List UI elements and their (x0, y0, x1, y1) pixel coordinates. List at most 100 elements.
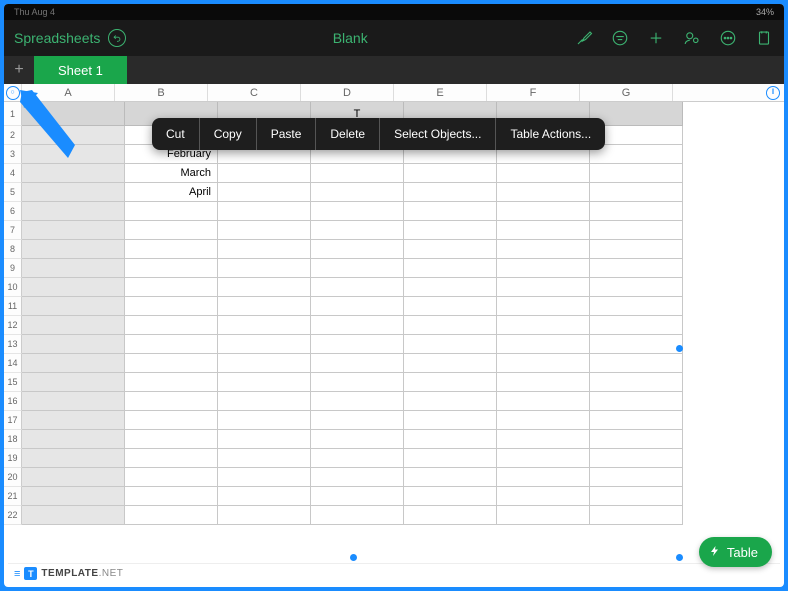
cell-f4[interactable] (497, 164, 590, 183)
col-header-e[interactable]: E (394, 84, 487, 101)
filter-icon[interactable] (610, 28, 630, 48)
cell-e15[interactable] (404, 373, 497, 392)
cell-a22[interactable] (22, 506, 125, 525)
cell-d14[interactable] (311, 354, 404, 373)
cell-e20[interactable] (404, 468, 497, 487)
add-sheet-button[interactable]: + (4, 56, 34, 84)
cell-b8[interactable] (125, 240, 218, 259)
cell-d16[interactable] (311, 392, 404, 411)
cell-g8[interactable] (590, 240, 683, 259)
cell-e13[interactable] (404, 335, 497, 354)
col-header-f[interactable]: F (487, 84, 580, 101)
cell-b5[interactable]: April (125, 183, 218, 202)
cell-d11[interactable] (311, 297, 404, 316)
row-header-2[interactable]: 2 (4, 126, 22, 145)
cell-c12[interactable] (218, 316, 311, 335)
cell-f22[interactable] (497, 506, 590, 525)
cell-a17[interactable] (22, 411, 125, 430)
cell-c8[interactable] (218, 240, 311, 259)
row-header-13[interactable]: 13 (4, 335, 22, 354)
row-header-11[interactable]: 11 (4, 297, 22, 316)
back-button[interactable]: Spreadsheets (14, 30, 100, 46)
cell-c22[interactable] (218, 506, 311, 525)
cell-e11[interactable] (404, 297, 497, 316)
cell-d8[interactable] (311, 240, 404, 259)
cell-c6[interactable] (218, 202, 311, 221)
cell-a5[interactable] (22, 183, 125, 202)
cell-g22[interactable] (590, 506, 683, 525)
cell-b6[interactable] (125, 202, 218, 221)
cell-b11[interactable] (125, 297, 218, 316)
cell-c20[interactable] (218, 468, 311, 487)
cell-c4[interactable] (218, 164, 311, 183)
cell-a14[interactable] (22, 354, 125, 373)
row-header-20[interactable]: 20 (4, 468, 22, 487)
cell-e7[interactable] (404, 221, 497, 240)
cell-g4[interactable] (590, 164, 683, 183)
cell-a9[interactable] (22, 259, 125, 278)
cell-g20[interactable] (590, 468, 683, 487)
row-header-10[interactable]: 10 (4, 278, 22, 297)
grid-body[interactable]: 1 T 2January 3February 4March 5April 6 7… (4, 102, 784, 567)
cell-g6[interactable] (590, 202, 683, 221)
cell-g16[interactable] (590, 392, 683, 411)
context-delete[interactable]: Delete (316, 118, 380, 150)
col-header-g[interactable]: G (580, 84, 673, 101)
add-col-handle-icon[interactable]: ‖ (766, 86, 780, 100)
cell-c14[interactable] (218, 354, 311, 373)
row-header-5[interactable]: 5 (4, 183, 22, 202)
cell-c9[interactable] (218, 259, 311, 278)
cell-g12[interactable] (590, 316, 683, 335)
cell-e22[interactable] (404, 506, 497, 525)
cell-f6[interactable] (497, 202, 590, 221)
cell-d19[interactable] (311, 449, 404, 468)
cell-g14[interactable] (590, 354, 683, 373)
cell-e8[interactable] (404, 240, 497, 259)
row-header-14[interactable]: 14 (4, 354, 22, 373)
cell-f12[interactable] (497, 316, 590, 335)
cell-d6[interactable] (311, 202, 404, 221)
cell-a3[interactable] (22, 145, 125, 164)
collaborate-icon[interactable] (682, 28, 702, 48)
cell-c11[interactable] (218, 297, 311, 316)
cell-f20[interactable] (497, 468, 590, 487)
cell-c13[interactable] (218, 335, 311, 354)
cell-f11[interactable] (497, 297, 590, 316)
cell-c10[interactable] (218, 278, 311, 297)
context-cut[interactable]: Cut (152, 118, 200, 150)
table-fab-button[interactable]: Table (699, 537, 772, 567)
cell-d4[interactable] (311, 164, 404, 183)
selection-handle-icon[interactable] (676, 554, 683, 561)
col-header-b[interactable]: B (115, 84, 208, 101)
cell-c19[interactable] (218, 449, 311, 468)
cell-c18[interactable] (218, 430, 311, 449)
cell-f5[interactable] (497, 183, 590, 202)
cell-g5[interactable] (590, 183, 683, 202)
cell-b10[interactable] (125, 278, 218, 297)
cell-b15[interactable] (125, 373, 218, 392)
col-header-d[interactable]: D (301, 84, 394, 101)
row-header-4[interactable]: 4 (4, 164, 22, 183)
cell-a6[interactable] (22, 202, 125, 221)
cell-g7[interactable] (590, 221, 683, 240)
cell-a13[interactable] (22, 335, 125, 354)
cell-b4[interactable]: March (125, 164, 218, 183)
cell-c17[interactable] (218, 411, 311, 430)
cell-f16[interactable] (497, 392, 590, 411)
row-header-12[interactable]: 12 (4, 316, 22, 335)
context-paste[interactable]: Paste (257, 118, 317, 150)
cell-g9[interactable] (590, 259, 683, 278)
document-icon[interactable] (754, 28, 774, 48)
undo-icon[interactable] (108, 29, 126, 47)
cell-f8[interactable] (497, 240, 590, 259)
cell-b7[interactable] (125, 221, 218, 240)
cell-b12[interactable] (125, 316, 218, 335)
cell-a20[interactable] (22, 468, 125, 487)
cell-f9[interactable] (497, 259, 590, 278)
more-icon[interactable] (718, 28, 738, 48)
cell-f17[interactable] (497, 411, 590, 430)
cell-g18[interactable] (590, 430, 683, 449)
cell-d10[interactable] (311, 278, 404, 297)
cell-a1[interactable] (22, 102, 125, 126)
cell-d7[interactable] (311, 221, 404, 240)
